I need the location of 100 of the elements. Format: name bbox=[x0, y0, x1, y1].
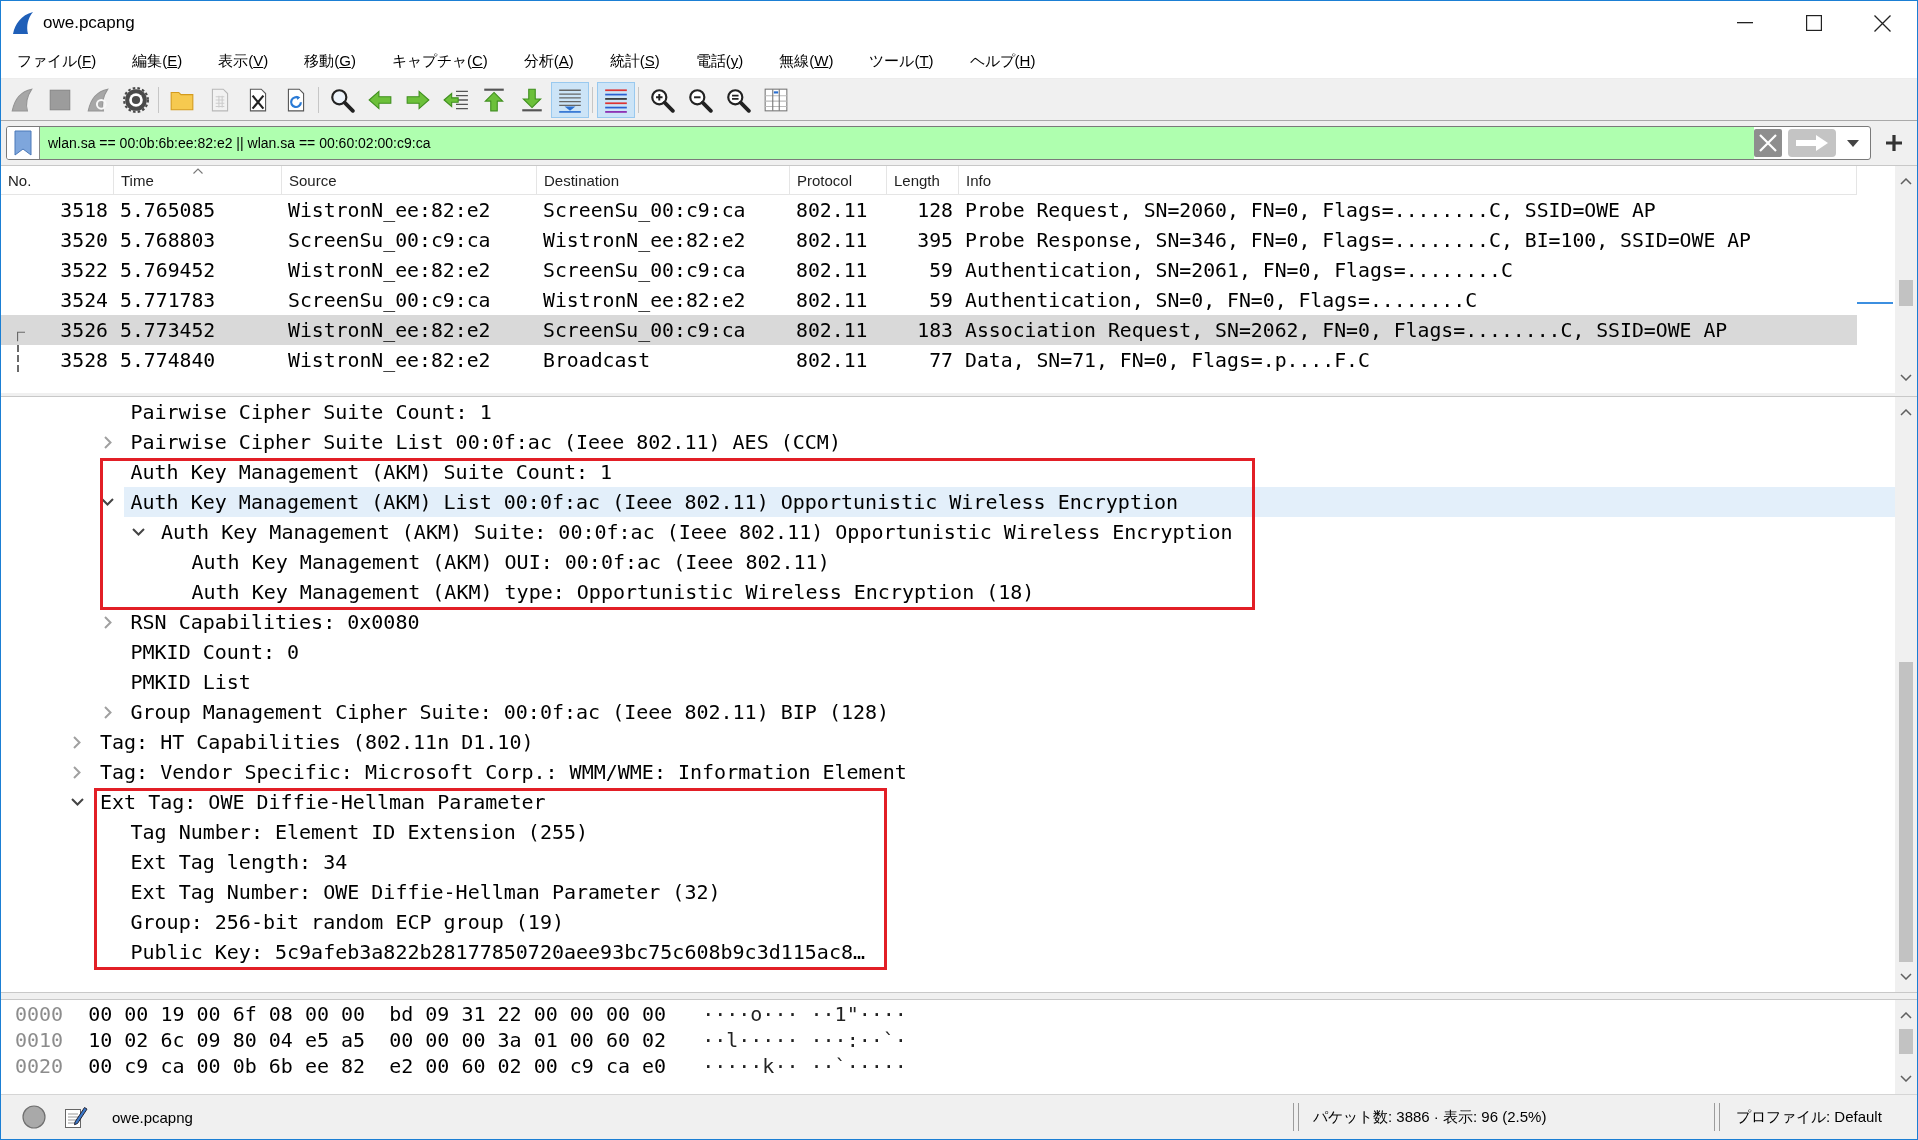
menu-item[interactable]: 編集(E) bbox=[124, 48, 191, 75]
table-cell: 183 bbox=[917, 318, 953, 342]
table-cell: 3524 bbox=[60, 288, 108, 312]
table-cell: Data, SN=71, FN=0, Flags=.p....F.C bbox=[965, 348, 1370, 372]
profile-text[interactable]: プロファイル: Default bbox=[1736, 1107, 1882, 1125]
magnifier-equals-icon bbox=[725, 86, 751, 113]
tree-item[interactable]: Ext Tag Number: OWE Diffie-Hellman Parameter (32) bbox=[123, 877, 1895, 907]
tree-item[interactable]: Auth Key Management (AKM) List 00:0f:ac (Ieee 802.11) Opportunistic Wireless Encryption bbox=[123, 487, 1895, 517]
table-cell: WistronN_ee:82:e2 bbox=[288, 318, 491, 342]
maximize-icon bbox=[1805, 15, 1822, 31]
table-cell: ScreenSu_00:c9:ca bbox=[543, 198, 746, 222]
scrollbar[interactable] bbox=[1895, 166, 1917, 393]
packet-row[interactable]: 3520 5.768803 ScreenSu_00:c9:ca WistronN_ee:82:e2 802.11 395 Probe Response, SN=346, FN=0, Flags=........C, BI=100, SSID=OWE AP bbox=[1, 225, 1857, 255]
up-arrow-icon bbox=[481, 86, 507, 113]
tree-item[interactable]: RSN Capabilities: 0x0080 bbox=[123, 607, 1895, 637]
tree-item[interactable]: Auth Key Management (AKM) type: Opportunistic Wireless Encryption (18) bbox=[184, 577, 1895, 607]
menu-item[interactable]: ファイル(F) bbox=[9, 48, 105, 75]
column-header[interactable]: No. bbox=[1, 166, 114, 194]
chevron-right-icon[interactable] bbox=[73, 735, 81, 749]
menu-item[interactable]: 移動(G) bbox=[296, 48, 364, 75]
bookmark-button[interactable] bbox=[7, 127, 40, 159]
splitter-handle[interactable] bbox=[1, 992, 1917, 999]
tree-item[interactable]: Pairwise Cipher Suite List 00:0f:ac (Ieee 802.11) AES (CCM) bbox=[123, 427, 1895, 457]
chevron-down-icon[interactable] bbox=[131, 528, 145, 536]
notepad-pencil-icon[interactable] bbox=[64, 1105, 88, 1129]
packet-row[interactable]: 3526 5.773452 WistronN_ee:82:e2 ScreenSu_00:c9:ca 802.11 183 Association Request, SN=2062, FN=0, Flags=........C, SSID=OWE AP bbox=[1, 315, 1857, 345]
table-cell: ScreenSu_00:c9:ca bbox=[543, 258, 746, 282]
menu-item[interactable]: 表示(V) bbox=[210, 48, 277, 75]
menu-item[interactable]: 電話(y) bbox=[687, 48, 752, 75]
chevron-up-icon bbox=[1900, 409, 1912, 416]
column-header[interactable]: Info bbox=[959, 166, 1857, 194]
tree-item[interactable]: Public Key: 5c9afeb3a822b28177850720aee93bc75c608b9c3d115ac8… bbox=[123, 937, 1895, 967]
column-header[interactable]: Source bbox=[282, 166, 537, 194]
column-header[interactable]: Destination bbox=[537, 166, 790, 194]
menu-item[interactable]: 無線(W) bbox=[771, 48, 842, 75]
chevron-right-icon[interactable] bbox=[73, 765, 81, 779]
tree-item[interactable]: Tag Number: Element ID Extension (255) bbox=[123, 817, 1895, 847]
column-header[interactable]: Length bbox=[887, 166, 959, 194]
chevron-down-icon[interactable] bbox=[101, 498, 114, 506]
chevron-right-icon[interactable] bbox=[103, 435, 112, 449]
table-cell: 802.11 bbox=[796, 318, 868, 342]
menu-item[interactable]: ヘルプ(H) bbox=[961, 48, 1044, 75]
table-cell: 3522 bbox=[60, 258, 108, 282]
column-header[interactable]: Protocol bbox=[790, 166, 887, 194]
scrollbar[interactable] bbox=[1895, 1000, 1917, 1094]
circle-icon[interactable] bbox=[22, 1105, 46, 1129]
scrollbar[interactable] bbox=[1895, 397, 1917, 992]
menu-item[interactable]: 分析(A) bbox=[515, 48, 582, 75]
tree-item[interactable]: Auth Key Management (AKM) OUI: 00:0f:ac (Ieee 802.11) bbox=[184, 547, 1895, 577]
table-cell: 77 bbox=[929, 348, 953, 372]
table-cell: Authentication, SN=2061, FN=0, Flags=........C bbox=[965, 258, 1513, 282]
table-cell: 802.11 bbox=[796, 228, 868, 252]
scrollbar-thumb[interactable] bbox=[1899, 661, 1913, 962]
packet-row[interactable]: 3528 5.774840 WistronN_ee:82:e2 Broadcast 802.11 77 Data, SN=71, FN=0, Flags=.p....F.C bbox=[1, 345, 1857, 375]
tree-item[interactable]: Pairwise Cipher Suite Count: 1 bbox=[123, 397, 1895, 427]
table-cell: WistronN_ee:82:e2 bbox=[288, 198, 491, 222]
colored-lines-icon bbox=[603, 86, 629, 113]
scrollbar-thumb[interactable] bbox=[1899, 279, 1913, 307]
tree-item[interactable]: Auth Key Management (AKM) Suite: 00:0f:ac (Ieee 802.11) Opportunistic Wireless Encryption bbox=[154, 517, 1895, 547]
tree-item[interactable]: Group: 256-bit random ECP group (19) bbox=[123, 907, 1895, 937]
table-cell: WistronN_ee:82:e2 bbox=[543, 288, 746, 312]
packet-row[interactable]: 3522 5.769452 WistronN_ee:82:e2 ScreenSu_00:c9:ca 802.11 59 Authentication, SN=2061, FN=0, Flags=........C bbox=[1, 255, 1857, 285]
tree-item[interactable]: Tag: Vendor Specific: Microsoft Corp.: WMM/WME: Information Element bbox=[93, 757, 1895, 787]
tree-item[interactable]: PMKID List bbox=[123, 667, 1895, 697]
search-icon bbox=[329, 86, 355, 113]
chevron-down-icon[interactable] bbox=[70, 798, 84, 806]
x-icon bbox=[1759, 134, 1777, 152]
tree-item[interactable]: Tag: HT Capabilities (802.11n D1.10) bbox=[93, 727, 1895, 757]
packet-row[interactable]: 3524 5.771783 ScreenSu_00:c9:ca WistronN_ee:82:e2 802.11 59 Authentication, SN=0, FN=0, Flags=........C bbox=[1, 285, 1857, 315]
byte-offset: 0000 bbox=[15, 1002, 64, 1026]
colorize-button[interactable] bbox=[597, 81, 635, 118]
table-cell: 5.771783 bbox=[120, 288, 216, 312]
hex-bytes: 10 02 6c 09 80 04 e5 a5 00 00 00 3a 01 00 60 02 bbox=[88, 1028, 667, 1052]
scrollbar-thumb[interactable] bbox=[1899, 1029, 1913, 1054]
right-arrow-icon bbox=[1795, 134, 1829, 152]
table-cell: 3520 bbox=[60, 228, 108, 252]
menu-item[interactable]: 統計(S) bbox=[601, 48, 668, 75]
menu-item[interactable]: ツール(T) bbox=[861, 48, 942, 75]
shark-fin-icon bbox=[12, 11, 34, 35]
table-cell: 5.773452 bbox=[120, 318, 216, 342]
chevron-right-icon[interactable] bbox=[103, 705, 112, 719]
splitter-handle[interactable] bbox=[1, 393, 1917, 397]
column-header[interactable]: Time bbox=[114, 166, 282, 194]
table-cell: ScreenSu_00:c9:ca bbox=[543, 318, 746, 342]
minimize-icon bbox=[1736, 22, 1753, 24]
auto-scroll-button[interactable] bbox=[551, 81, 589, 118]
gear-icon bbox=[123, 86, 149, 113]
chevron-right-icon[interactable] bbox=[103, 615, 112, 629]
packet-row[interactable]: 3518 5.765085 WistronN_ee:82:e2 ScreenSu_00:c9:ca 802.11 128 Probe Request, SN=2060, FN=0, Flags=........C, SSID=OWE AP bbox=[1, 195, 1857, 225]
table-cell: 59 bbox=[929, 288, 953, 312]
tree-item[interactable]: Group Management Cipher Suite: 00:0f:ac (Ieee 802.11) BIP (128) bbox=[123, 697, 1895, 727]
dashed-line-icon bbox=[17, 345, 19, 375]
tree-item[interactable]: Ext Tag: OWE Diffie-Hellman Parameter bbox=[93, 787, 1895, 817]
ascii-bytes: ··l····· ···:··`· bbox=[702, 1028, 907, 1052]
table-cell: 59 bbox=[929, 258, 953, 282]
menu-item[interactable]: キャプチャ(C) bbox=[383, 48, 496, 75]
tree-item[interactable]: Auth Key Management (AKM) Suite Count: 1 bbox=[123, 457, 1895, 487]
clear-filter-button[interactable] bbox=[1754, 129, 1782, 157]
tree-item[interactable]: PMKID Count: 0 bbox=[123, 637, 1895, 667]
tree-item[interactable]: Ext Tag length: 34 bbox=[123, 847, 1895, 877]
